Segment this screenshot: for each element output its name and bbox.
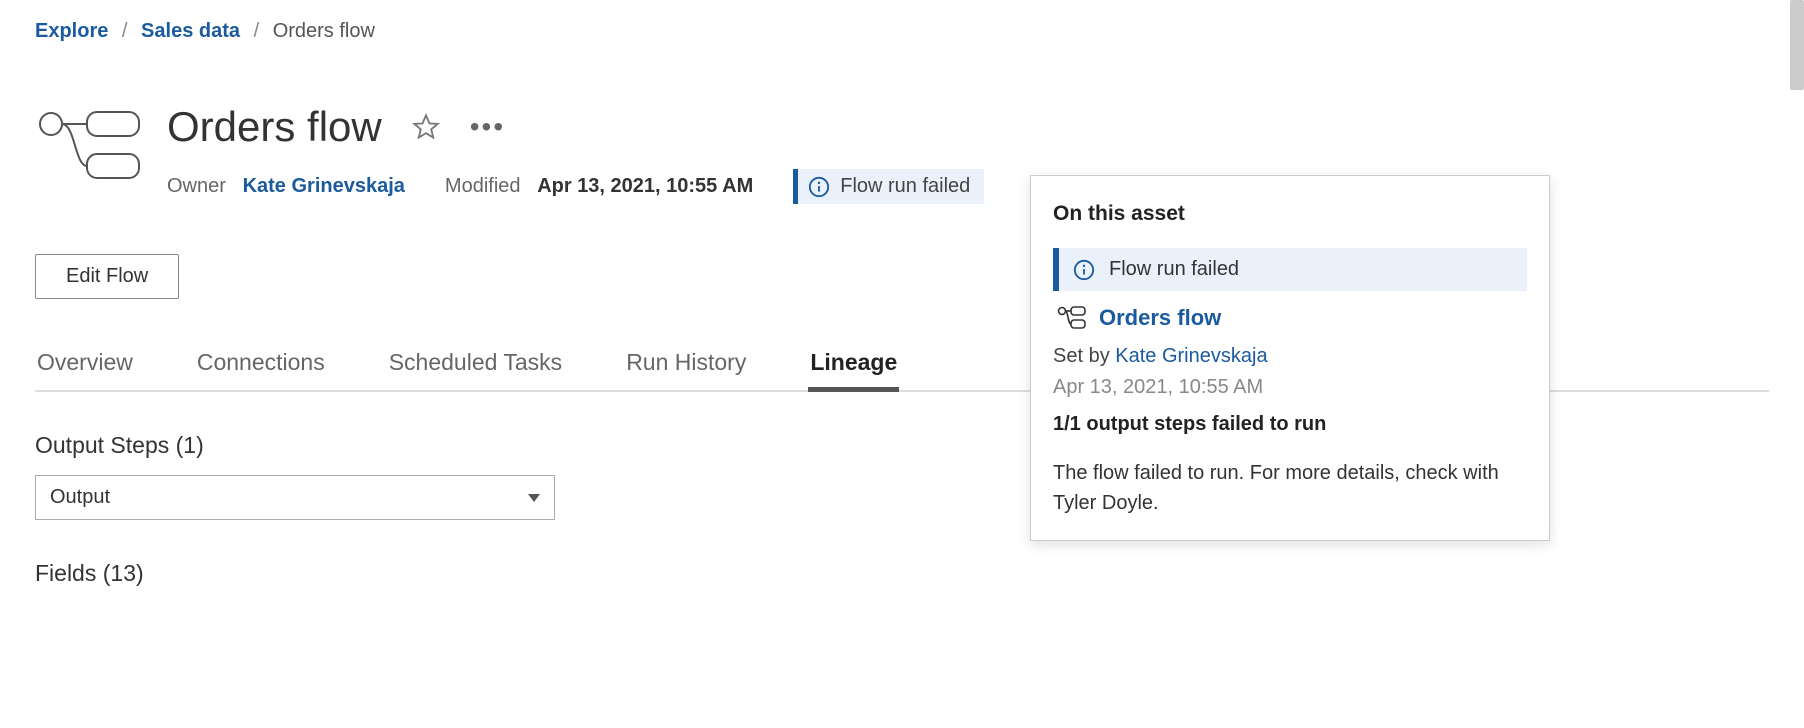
flow-icon	[1057, 305, 1087, 331]
popover-status-row[interactable]: Flow run failed	[1053, 248, 1527, 291]
output-steps-selected-value: Output	[50, 486, 110, 509]
info-icon	[1073, 259, 1095, 281]
tab-scheduled-tasks[interactable]: Scheduled Tasks	[387, 349, 564, 390]
tab-connections[interactable]: Connections	[195, 349, 327, 390]
breadcrumb-parent[interactable]: Sales data	[141, 20, 240, 42]
chevron-down-icon	[528, 494, 540, 502]
edit-flow-button[interactable]: Edit Flow	[35, 254, 179, 299]
owner-link[interactable]: Kate Grinevskaja	[243, 175, 405, 197]
popover-set-by-link[interactable]: Kate Grinevskaja	[1115, 345, 1267, 367]
tab-overview[interactable]: Overview	[35, 349, 135, 390]
popover-set-by-label: Set by	[1053, 345, 1115, 367]
breadcrumb-root[interactable]: Explore	[35, 20, 108, 42]
fields-heading: Fields (13)	[35, 560, 1769, 587]
popover-body: The flow failed to run. For more details…	[1053, 458, 1527, 518]
breadcrumb: Explore / Sales data / Orders flow	[35, 20, 1769, 43]
popover-status-text: Flow run failed	[1109, 258, 1239, 281]
status-chip-text: Flow run failed	[840, 175, 970, 198]
tab-lineage[interactable]: Lineage	[808, 349, 899, 390]
more-actions-icon[interactable]: •••	[470, 113, 505, 141]
modified-label: Modified	[445, 175, 521, 197]
popover-set-by: Set by Kate Grinevskaja	[1053, 345, 1527, 368]
status-chip[interactable]: Flow run failed	[793, 169, 984, 204]
breadcrumb-separator: /	[254, 20, 260, 42]
info-icon	[808, 176, 830, 198]
page-title: Orders flow	[167, 103, 382, 151]
breadcrumb-current: Orders flow	[273, 20, 375, 42]
favorite-star-icon[interactable]	[412, 113, 440, 141]
modified-value: Apr 13, 2021, 10:55 AM	[537, 175, 753, 197]
tab-run-history[interactable]: Run History	[624, 349, 748, 390]
popover-summary: 1/1 output steps failed to run	[1053, 413, 1527, 436]
modified-block: Modified Apr 13, 2021, 10:55 AM	[445, 175, 753, 198]
popover-heading: On this asset	[1053, 202, 1527, 226]
owner-label: Owner	[167, 175, 226, 197]
scrollbar-thumb[interactable]	[1790, 0, 1804, 90]
breadcrumb-separator: /	[122, 20, 128, 42]
asset-warning-popover: On this asset Flow run failed Orders flo…	[1030, 175, 1550, 541]
flow-icon	[35, 103, 145, 188]
popover-flow-link[interactable]: Orders flow	[1099, 305, 1221, 331]
popover-date: Apr 13, 2021, 10:55 AM	[1053, 376, 1527, 399]
owner-block: Owner Kate Grinevskaja	[167, 175, 405, 198]
output-steps-select[interactable]: Output	[35, 475, 555, 520]
